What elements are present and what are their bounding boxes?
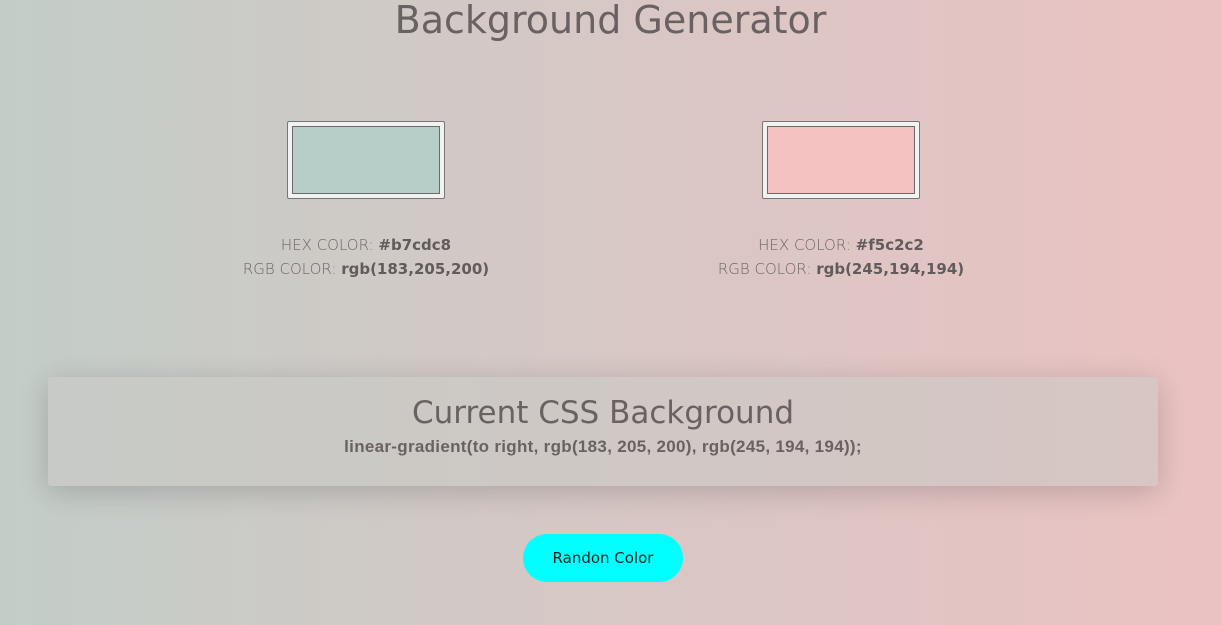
rgb-value-right: rgb(245,194,194) bbox=[816, 260, 965, 278]
hex-value-right: #f5c2c2 bbox=[855, 236, 924, 254]
hex-value-left: #b7cdc8 bbox=[378, 236, 452, 254]
rgb-label: RGB COLOR: bbox=[242, 260, 337, 278]
rgb-value-left: rgb(183,205,200) bbox=[341, 260, 490, 278]
rgb-label: RGB COLOR: bbox=[717, 260, 812, 278]
css-output-panel: Current CSS Background linear-gradient(t… bbox=[48, 377, 1158, 486]
color-swatch-right bbox=[767, 126, 915, 194]
css-gradient-value: linear-gradient(to right, rgb(183, 205, … bbox=[344, 437, 862, 456]
color-swatch-left bbox=[292, 126, 440, 194]
rgb-row-left: RGB COLOR: rgb(183,205,200) bbox=[206, 257, 526, 281]
hex-row-left: HEX COLOR: #b7cdc8 bbox=[206, 233, 526, 257]
page-title: Background Generator bbox=[394, 0, 827, 42]
hex-label: HEX COLOR: bbox=[280, 236, 374, 254]
random-color-button[interactable]: Randon Color bbox=[523, 534, 683, 582]
css-panel-title: Current CSS Background bbox=[411, 395, 795, 431]
hex-label: HEX COLOR: bbox=[758, 236, 851, 254]
color-picker-right[interactable] bbox=[762, 121, 920, 199]
color-info-right: HEX COLOR: #f5c2c2 RGB COLOR: rgb(245,19… bbox=[681, 233, 1001, 281]
color-info-left: HEX COLOR: #b7cdc8 RGB COLOR: rgb(183,20… bbox=[206, 233, 526, 281]
color-picker-left[interactable] bbox=[287, 121, 445, 199]
rgb-row-right: RGB COLOR: rgb(245,194,194) bbox=[681, 257, 1001, 281]
hex-row-right: HEX COLOR: #f5c2c2 bbox=[681, 233, 1001, 257]
